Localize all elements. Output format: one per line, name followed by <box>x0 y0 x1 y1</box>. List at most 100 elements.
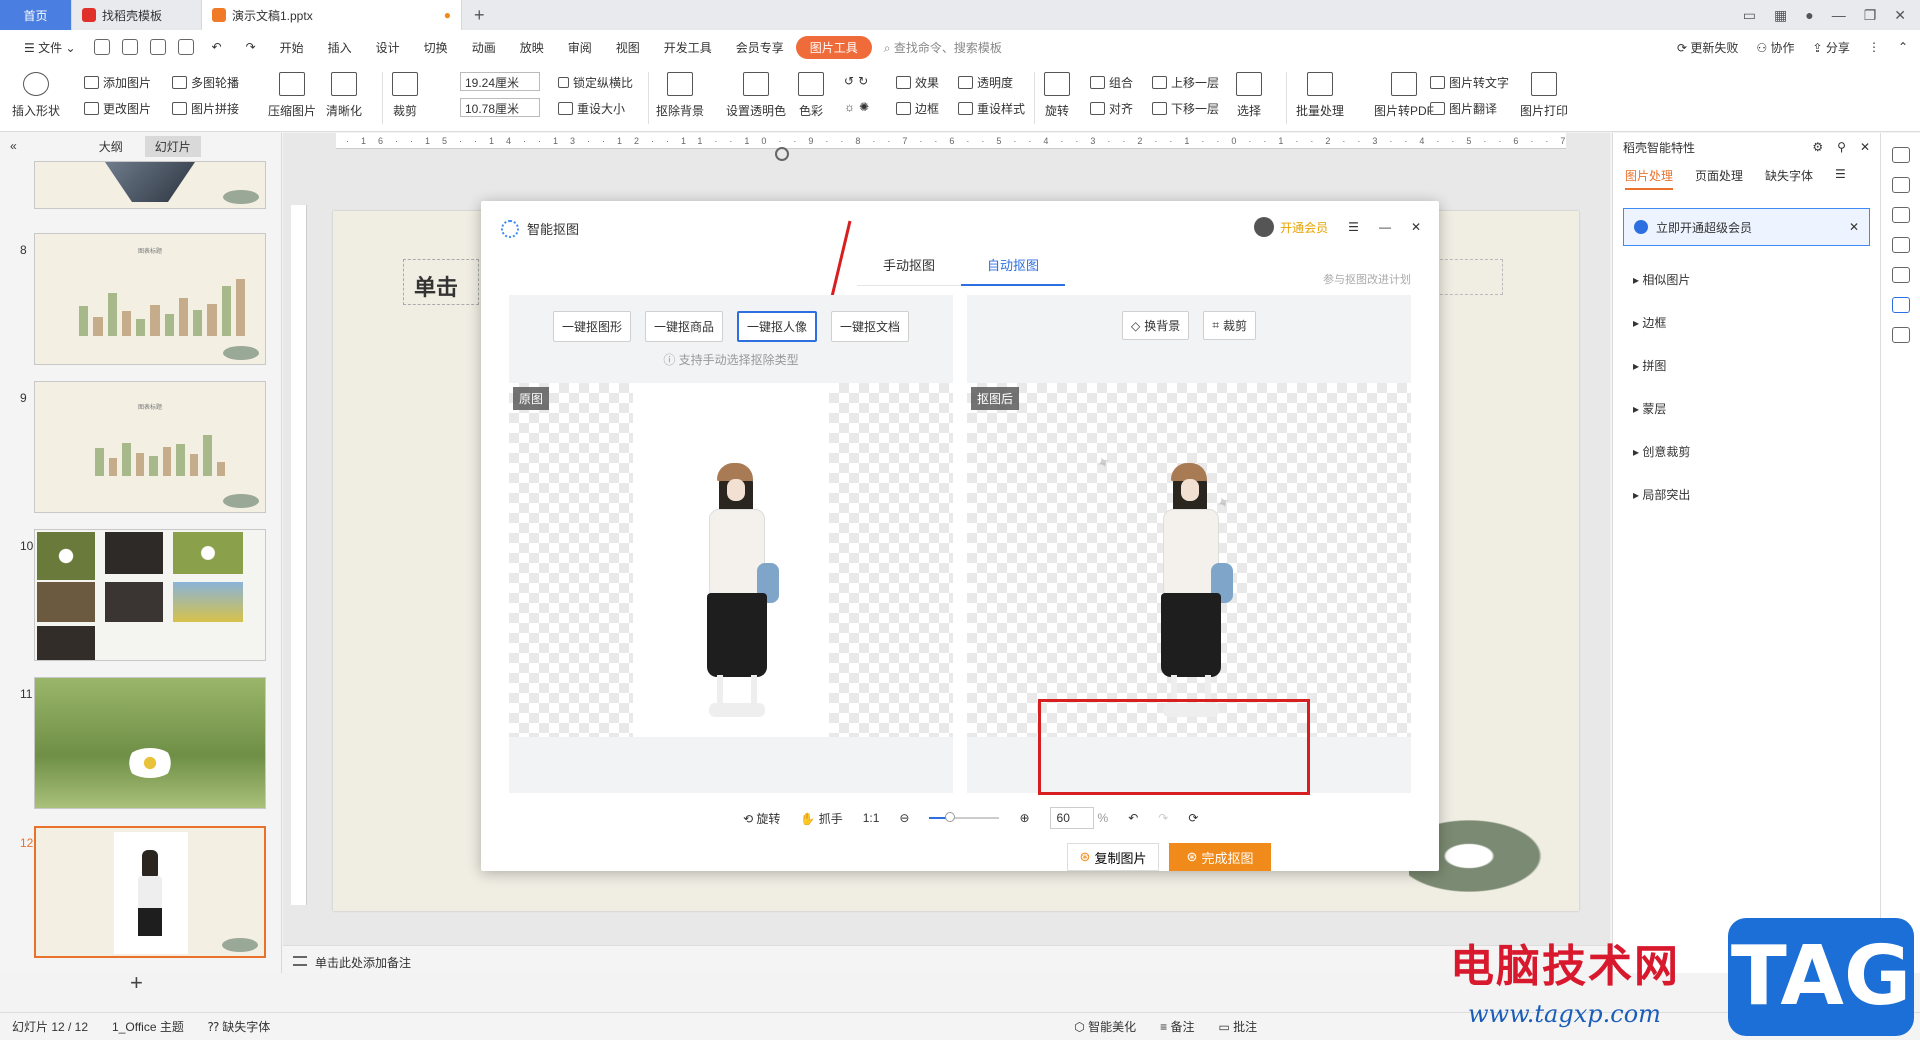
zoom-slider[interactable] <box>929 812 1000 822</box>
actual-size-icon[interactable]: 1:1 <box>863 811 880 825</box>
slide-thumb-12-selected[interactable] <box>34 826 266 958</box>
width-input[interactable]: 19.24厘米 <box>460 72 540 91</box>
slide-thumb-7[interactable] <box>34 161 266 209</box>
tab-document[interactable]: 演示文稿1.pptx ● <box>202 0 462 30</box>
dialog-close-icon[interactable]: ✕ <box>1411 220 1421 234</box>
translate-button[interactable]: 图片翻译 <box>1430 100 1497 117</box>
tab-page-processing[interactable]: 页面处理 <box>1695 167 1743 190</box>
menu-item-view[interactable]: 视图 <box>604 39 652 56</box>
cutout-shape-button[interactable]: 一键抠图形 <box>552 311 631 342</box>
notes-bar[interactable]: 单击此处添加备注 <box>283 945 1610 973</box>
close-panel-icon[interactable]: ✕ <box>1860 140 1870 154</box>
tab-outline[interactable]: 大纲 <box>89 136 133 157</box>
zoom-in-icon[interactable]: ⊕ <box>1019 811 1029 825</box>
transparency-button[interactable]: 透明度 <box>958 74 1013 91</box>
border-button[interactable]: 边框 <box>896 100 939 117</box>
to-text-button[interactable]: 图片转文字 <box>1430 74 1509 91</box>
feature-collage[interactable]: ▸ 拼图 <box>1613 344 1880 387</box>
panel-menu-icon[interactable]: ☰ <box>1835 167 1846 190</box>
tab-slides[interactable]: 幻灯片 <box>144 135 201 157</box>
open-vip-button[interactable]: 开通会员 <box>1254 217 1328 237</box>
missing-font-button[interactable]: ⁇ 缺失字体 <box>196 1018 282 1035</box>
effects-button[interactable]: 效果 <box>896 74 939 91</box>
print-image-button[interactable]: 图片打印 <box>1520 72 1568 119</box>
zoom-input[interactable]: 60 <box>1049 807 1094 829</box>
restore-icon[interactable]: ❐ <box>1864 7 1877 24</box>
reset-size-button[interactable]: 重设大小 <box>558 100 625 117</box>
undo-icon[interactable]: ↶ <box>200 40 234 54</box>
slide-thumb-9[interactable]: 图表标题 <box>34 381 266 513</box>
copy-image-button[interactable]: ⊛ 复制图片 <box>1067 843 1159 871</box>
rotate-button[interactable]: 旋转 <box>1044 72 1070 119</box>
collab-button[interactable]: ⚇ 协作 <box>1756 39 1794 56</box>
print-icon[interactable] <box>149 39 166 55</box>
change-background-button[interactable]: ◇ 换背景 <box>1121 311 1190 340</box>
new-tab-button[interactable]: + <box>462 5 497 26</box>
result-image-box[interactable]: ✦ ✦ 抠图后 ⊛ 复制图片 ⊛ 完成抠图 <box>967 383 1411 871</box>
undo-edit-icon[interactable]: ↶ <box>1128 811 1138 825</box>
up-layer-button[interactable]: 上移一层 <box>1152 74 1219 91</box>
comment-toggle[interactable]: ▭ 批注 <box>1206 1018 1269 1035</box>
redo-icon[interactable]: ↷ <box>234 40 268 54</box>
feature-creative-crop[interactable]: ▸ 创意裁剪 <box>1613 430 1880 473</box>
batch-button[interactable]: 批量处理 <box>1296 72 1344 119</box>
select-button[interactable]: 选择 <box>1236 72 1262 119</box>
remove-bg-button[interactable]: 抠除背景 <box>656 72 704 119</box>
menu-item-review[interactable]: 审阅 <box>556 39 604 56</box>
feature-border[interactable]: ▸ 边框 <box>1613 301 1880 344</box>
menu-item-slideshow[interactable]: 放映 <box>508 39 556 56</box>
pin-icon[interactable]: ⚲ <box>1837 140 1846 154</box>
collapse-panel-icon[interactable]: « <box>10 139 17 153</box>
image-icon[interactable] <box>1892 267 1910 283</box>
more-icon[interactable]: ⋮ <box>1868 40 1880 54</box>
layout-icon[interactable]: ▭ <box>1743 7 1756 24</box>
star-icon[interactable] <box>1892 207 1910 223</box>
height-input[interactable]: 10.78厘米 <box>460 98 540 117</box>
zoom-out-icon[interactable]: ⊖ <box>899 811 909 825</box>
menu-item-devtools[interactable]: 开发工具 <box>652 39 724 56</box>
tab-home[interactable]: 首页 <box>0 0 72 30</box>
rotate-handle-icon[interactable] <box>775 147 789 161</box>
slide-title-placeholder[interactable]: 单击 <box>403 259 479 305</box>
finish-cutout-button[interactable]: ⊛ 完成抠图 <box>1169 843 1271 871</box>
add-image-button[interactable]: 添加图片 <box>84 74 151 91</box>
menu-item-design[interactable]: 设计 <box>364 39 412 56</box>
to-pdf-button[interactable]: 图片转PDF <box>1374 72 1434 119</box>
compress-button[interactable]: 压缩图片 <box>268 72 316 119</box>
tab-auto-cutout[interactable]: 自动抠图 <box>961 245 1065 286</box>
menu-item-transition[interactable]: 切换 <box>412 39 460 56</box>
set-transparent-button[interactable]: 设置透明色 <box>726 72 786 119</box>
rocket-icon[interactable] <box>1892 147 1910 163</box>
cutout-document-button[interactable]: 一键抠文档 <box>831 311 910 342</box>
dialog-menu-icon[interactable]: ☰ <box>1348 220 1359 234</box>
book-icon[interactable] <box>1892 327 1910 343</box>
reset-style-button[interactable]: 重设样式 <box>958 100 1025 117</box>
save-icon[interactable] <box>93 39 110 55</box>
down-layer-button[interactable]: 下移一层 <box>1152 100 1219 117</box>
file-menu[interactable]: ☰ 文件 ⌄ <box>12 39 88 56</box>
cutout-product-button[interactable]: 一键抠商品 <box>644 311 723 342</box>
collapse-ribbon-icon[interactable]: ⌃ <box>1898 40 1908 54</box>
dialog-minimize-icon[interactable]: — <box>1379 220 1391 234</box>
feature-local-highlight[interactable]: ▸ 局部突出 <box>1613 473 1880 516</box>
user-avatar-icon[interactable]: ● <box>1805 7 1813 23</box>
menu-item-picture-tools[interactable]: 图片工具 <box>795 35 872 59</box>
settings-icon[interactable]: ⚙ <box>1812 140 1823 154</box>
slide-thumb-11[interactable] <box>34 677 266 809</box>
share-button[interactable]: ⇪ 分享 <box>1813 39 1850 56</box>
minimize-icon[interactable]: — <box>1832 7 1846 23</box>
cutout-portrait-button[interactable]: 一键抠人像 <box>737 311 818 342</box>
close-banner-icon[interactable]: ✕ <box>1849 220 1859 234</box>
tab-image-processing[interactable]: 图片处理 <box>1625 167 1674 190</box>
vip-banner[interactable]: 立即开通超级会员 ✕ <box>1623 208 1870 246</box>
notes-toggle[interactable]: ≡ 备注 <box>1148 1018 1206 1035</box>
menu-item-animation[interactable]: 动画 <box>460 39 508 56</box>
join-plan-link[interactable]: 参与抠图改进计划 <box>1323 271 1411 287</box>
reset-edit-icon[interactable]: ⟳ <box>1188 811 1198 825</box>
menu-item-member[interactable]: 会员专享 <box>724 39 796 56</box>
slide-thumb-10[interactable] <box>34 529 266 661</box>
grab-tool-button[interactable]: ✋ 抓手 <box>800 810 842 827</box>
beautify-button[interactable]: ⬡ 智能美化 <box>1062 1018 1148 1035</box>
crop-button[interactable]: 裁剪 <box>392 72 418 119</box>
panel-title[interactable]: 稻壳智能特性 <box>1623 139 1695 156</box>
